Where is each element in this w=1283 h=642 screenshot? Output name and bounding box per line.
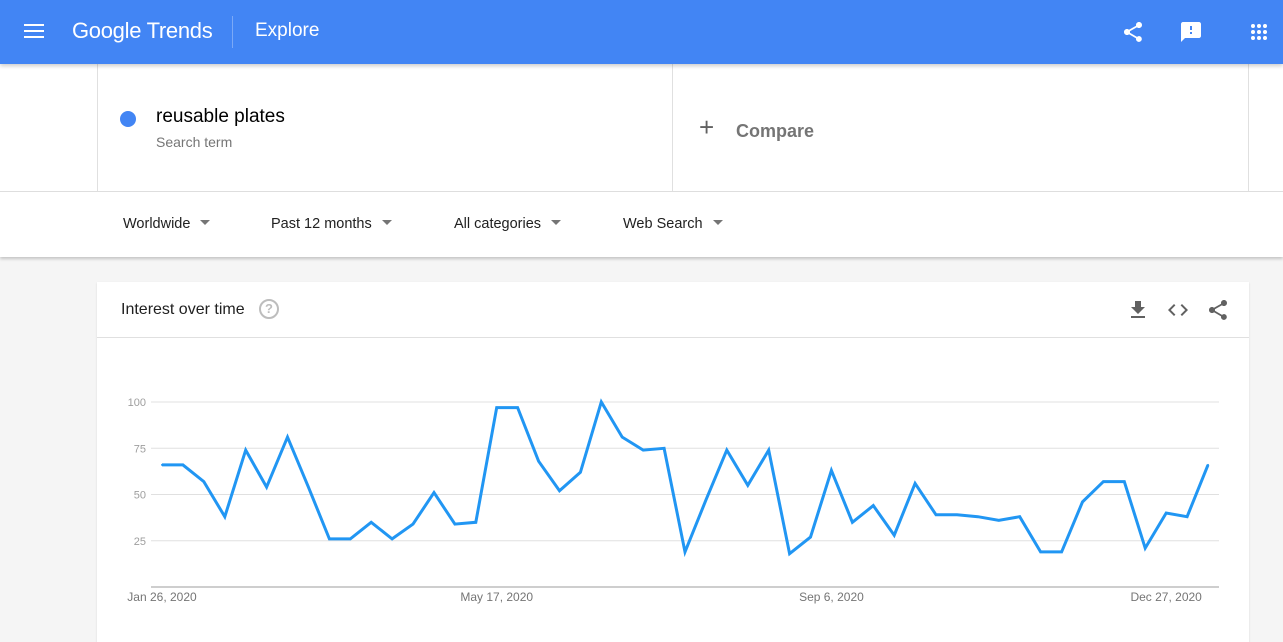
y-tick-label: 100 xyxy=(128,397,146,409)
caret-down-icon xyxy=(712,219,723,225)
compare-label: Compare xyxy=(736,121,815,141)
data-point[interactable] xyxy=(412,523,415,526)
data-point[interactable] xyxy=(244,449,247,452)
data-point[interactable] xyxy=(872,504,875,507)
feedback-icon[interactable] xyxy=(1179,20,1203,44)
data-point[interactable] xyxy=(1165,512,1168,514)
data-point[interactable] xyxy=(558,489,561,492)
filter-bar: Worldwide Past 12 months All categories … xyxy=(0,192,1283,257)
data-point[interactable] xyxy=(935,513,938,516)
data-point[interactable] xyxy=(600,401,603,403)
data-point[interactable] xyxy=(161,463,163,466)
y-tick-label: 25 xyxy=(134,536,146,548)
data-point[interactable] xyxy=(1123,480,1126,483)
caret-down-icon xyxy=(200,219,211,225)
data-point[interactable] xyxy=(746,484,749,487)
search-term-card[interactable]: reusable plates Search term xyxy=(97,64,673,192)
time-range-dropdown[interactable]: Past 12 months xyxy=(271,216,392,232)
data-point[interactable] xyxy=(516,406,519,409)
data-point[interactable] xyxy=(181,463,184,466)
data-point[interactable] xyxy=(642,449,645,452)
data-point[interactable] xyxy=(370,521,373,524)
x-tick-label: Dec 27, 2020 xyxy=(1130,590,1202,604)
data-point[interactable] xyxy=(1060,550,1063,553)
region-dropdown[interactable]: Worldwide xyxy=(123,216,211,232)
data-point[interactable] xyxy=(495,406,498,409)
search-terms-row: reusable plates Search term + Compare xyxy=(0,64,1283,192)
data-point[interactable] xyxy=(997,519,1000,522)
data-point[interactable] xyxy=(725,449,728,452)
data-point[interactable] xyxy=(391,537,394,540)
data-point[interactable] xyxy=(1144,547,1147,550)
caret-down-icon xyxy=(551,219,562,225)
chart-gridlines xyxy=(151,401,1219,542)
y-axis-ticks: 25 50 75 100 xyxy=(128,397,146,548)
chart-series xyxy=(161,398,1210,558)
data-point[interactable] xyxy=(914,482,917,485)
term-color-dot xyxy=(120,111,136,127)
data-point[interactable] xyxy=(286,436,289,439)
interest-line-chart[interactable]: 25 50 75 100 Jan 26, 2020 May 17, 2020 Sep 6,… xyxy=(97,282,1249,642)
caret-down-icon xyxy=(381,219,392,225)
search-property-value: Web Search xyxy=(623,216,703,232)
header-divider xyxy=(232,16,233,48)
data-point[interactable] xyxy=(202,480,205,483)
search-term-subtitle: Search term xyxy=(156,134,233,150)
data-point[interactable] xyxy=(1018,515,1021,518)
compare-button[interactable]: + Compare xyxy=(673,64,1249,192)
data-point[interactable] xyxy=(851,521,854,524)
category-value: All categories xyxy=(454,216,542,232)
data-point[interactable] xyxy=(453,523,456,526)
data-point[interactable] xyxy=(1102,480,1105,483)
data-point[interactable] xyxy=(328,537,331,540)
data-point[interactable] xyxy=(537,460,540,463)
page-title: Explore xyxy=(255,20,320,41)
data-point[interactable] xyxy=(579,471,582,474)
logo-trends-text: Trends xyxy=(146,18,213,43)
data-point[interactable] xyxy=(767,449,770,452)
data-point[interactable] xyxy=(621,436,624,439)
data-point[interactable] xyxy=(704,499,707,502)
interest-over-time-card: Interest over time ? 25 50 75 100 Jan 26, 2… xyxy=(97,282,1249,642)
data-point[interactable] xyxy=(893,534,896,537)
data-point[interactable] xyxy=(976,515,979,518)
data-point[interactable] xyxy=(1039,550,1042,553)
logo-google-text: Google xyxy=(72,18,142,43)
data-point[interactable] xyxy=(432,491,435,494)
data-point[interactable] xyxy=(1186,515,1189,518)
data-point[interactable] xyxy=(1081,500,1084,503)
top-app-bar: Google Trends Explore xyxy=(0,0,1283,64)
data-point[interactable] xyxy=(663,447,666,450)
plus-icon: + xyxy=(699,112,715,142)
google-trends-logo[interactable]: Google Trends xyxy=(72,18,213,44)
y-tick-label: 50 xyxy=(134,490,146,502)
region-value: Worldwide xyxy=(123,216,191,232)
apps-icon[interactable] xyxy=(1247,20,1271,44)
data-point[interactable] xyxy=(1207,463,1209,466)
data-point[interactable] xyxy=(223,515,226,518)
data-point[interactable] xyxy=(307,486,310,489)
x-tick-label: Sep 6, 2020 xyxy=(799,590,864,604)
menu-icon[interactable] xyxy=(22,20,46,44)
x-tick-label: May 17, 2020 xyxy=(460,590,533,604)
x-tick-label: Jan 26, 2020 xyxy=(127,590,197,604)
time-range-value: Past 12 months xyxy=(271,216,372,232)
series-line[interactable] xyxy=(162,398,1210,558)
y-tick-label: 75 xyxy=(134,443,146,455)
data-point[interactable] xyxy=(830,469,833,472)
x-axis-ticks: Jan 26, 2020 May 17, 2020 Sep 6, 2020 Dec 2… xyxy=(127,590,1202,604)
data-point[interactable] xyxy=(955,513,958,516)
category-dropdown[interactable]: All categories xyxy=(454,216,562,232)
search-property-dropdown[interactable]: Web Search xyxy=(623,216,723,232)
data-point[interactable] xyxy=(265,486,268,489)
data-point[interactable] xyxy=(349,537,352,540)
data-point[interactable] xyxy=(474,521,477,524)
data-point[interactable] xyxy=(684,550,686,553)
data-point[interactable] xyxy=(788,552,791,555)
data-point[interactable] xyxy=(809,536,812,539)
search-term-text[interactable]: reusable plates xyxy=(156,106,285,128)
share-icon[interactable] xyxy=(1121,20,1145,44)
